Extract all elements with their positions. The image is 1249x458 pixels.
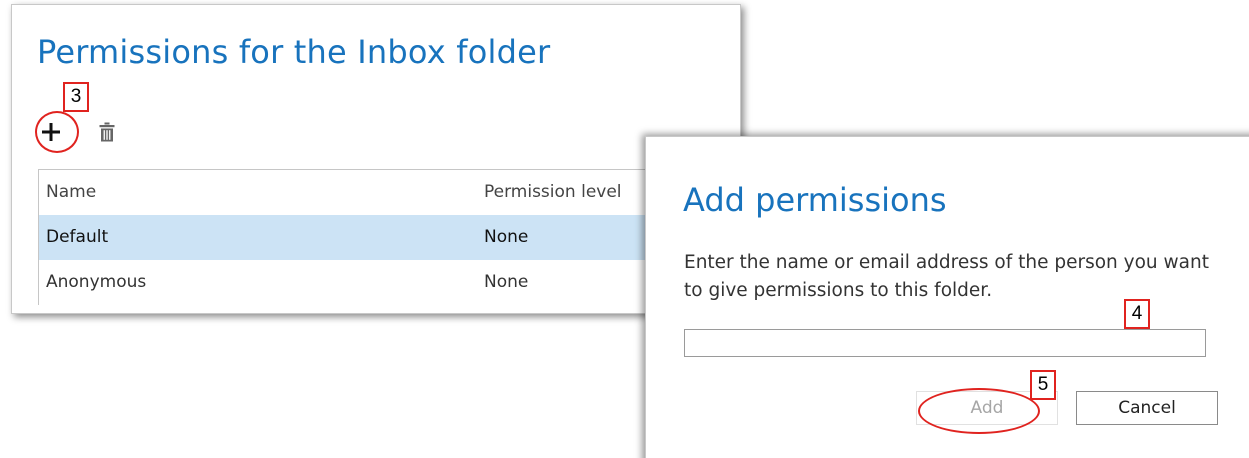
plus-icon	[42, 123, 60, 141]
person-name-input[interactable]	[684, 329, 1206, 357]
step-5-callout: 5	[1030, 370, 1056, 400]
step-3-callout: 3	[63, 82, 89, 112]
add-permission-button[interactable]	[34, 115, 68, 149]
delete-permission-button[interactable]	[96, 120, 118, 144]
add-permissions-description: Enter the name or email address of the p…	[684, 252, 1209, 301]
trash-icon	[99, 122, 115, 142]
add-permissions-title: Add permissions	[683, 181, 947, 219]
row-name: Default	[46, 227, 109, 247]
row-name: Anonymous	[46, 272, 147, 292]
permissions-panel: Permissions for the Inbox folder Name Pe…	[11, 4, 741, 314]
permissions-title: Permissions for the Inbox folder	[37, 33, 551, 71]
row-permission-level: None	[484, 272, 529, 292]
step-4-callout: 4	[1124, 299, 1150, 329]
screenshot-stage: Permissions for the Inbox folder Name Pe…	[0, 0, 1249, 458]
table-header-row: Name Permission level	[39, 170, 740, 215]
add-permissions-dialog: Add permissions Enter the name or email …	[645, 136, 1249, 458]
column-header-permission-level[interactable]: Permission level	[484, 182, 622, 202]
permissions-table: Name Permission level Default None Anony…	[38, 169, 740, 305]
column-header-name[interactable]: Name	[46, 182, 96, 202]
cancel-button[interactable]: Cancel	[1076, 391, 1218, 425]
table-row[interactable]: Anonymous None	[39, 260, 740, 305]
table-row[interactable]: Default None	[39, 215, 740, 260]
row-permission-level: None	[484, 227, 529, 247]
